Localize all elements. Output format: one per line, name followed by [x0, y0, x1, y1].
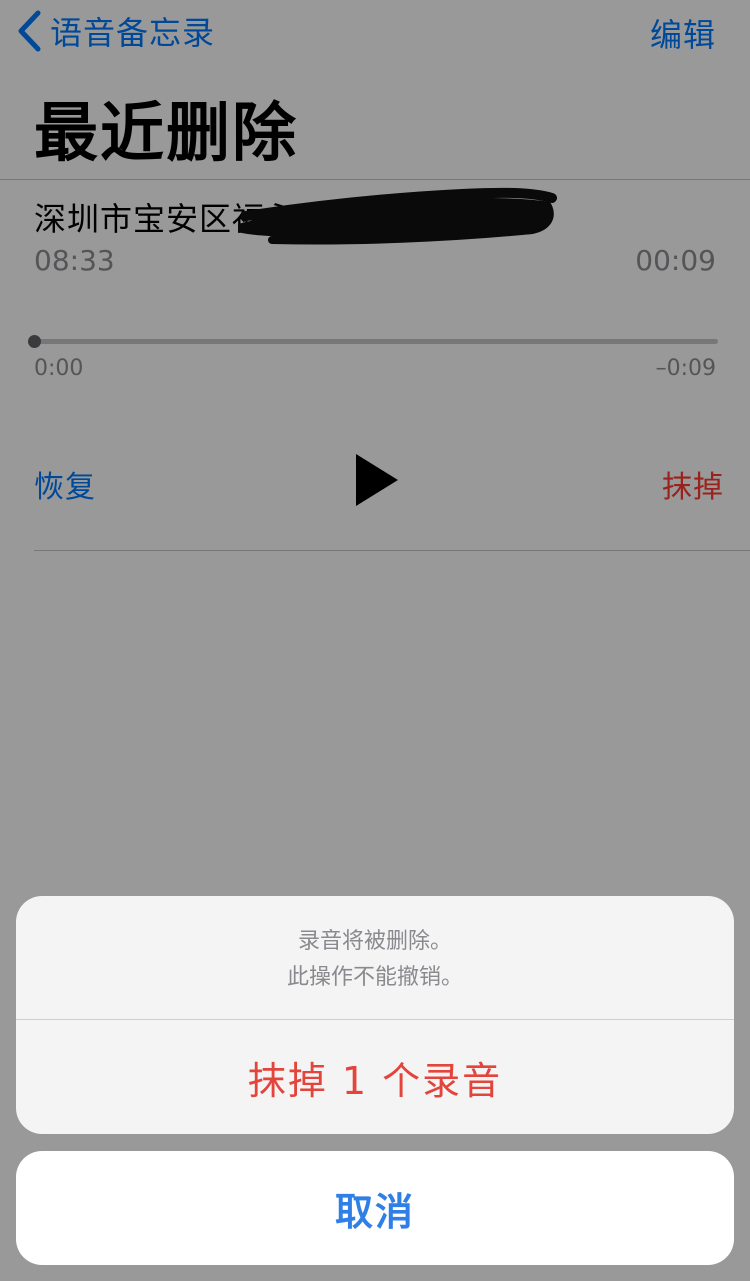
action-sheet-message-line: 此操作不能撤销。 [286, 965, 463, 990]
erase-recording-button[interactable]: 抹掉 1 个录音 [16, 1020, 734, 1134]
voice-memos-recently-deleted-screen: 语音备忘录 编辑 最近删除 深圳市宝安区福永人民医院急诊 08:33 00:09… [0, 0, 750, 1281]
action-sheet-message-line: 录音将被删除。 [297, 929, 452, 954]
cancel-button[interactable]: 取消 [16, 1151, 734, 1265]
action-sheet: 录音将被删除。 此操作不能撤销。 抹掉 1 个录音 [16, 896, 734, 1134]
action-sheet-message: 录音将被删除。 此操作不能撤销。 [16, 924, 734, 996]
